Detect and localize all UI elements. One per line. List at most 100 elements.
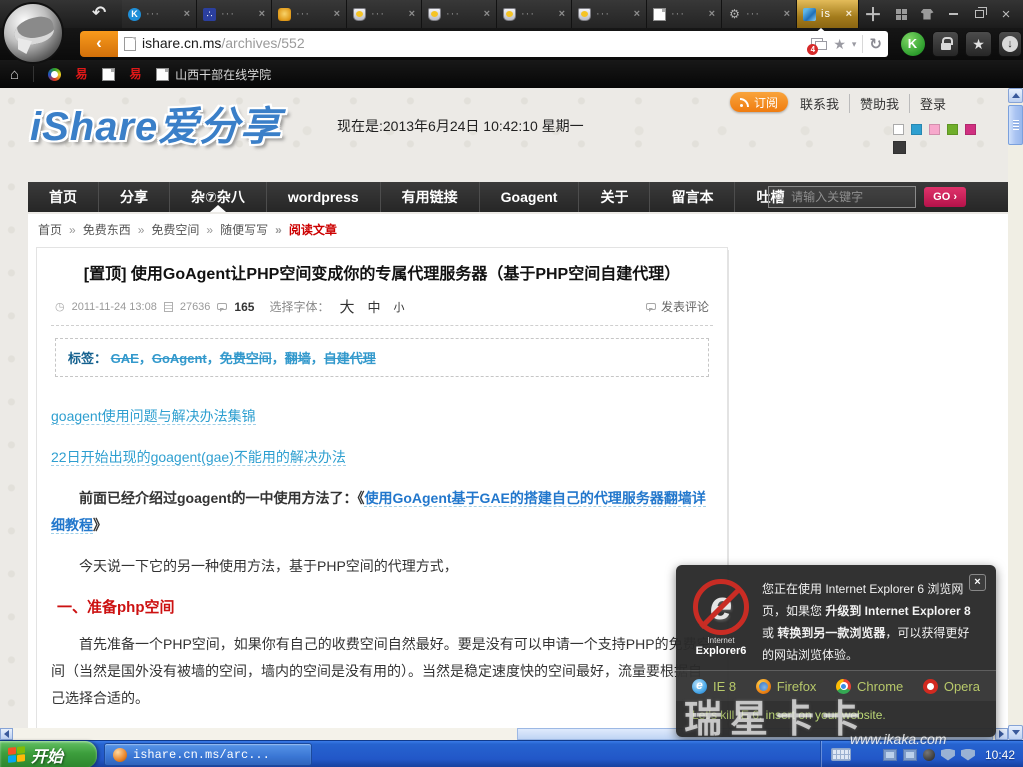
nav-item[interactable]: 有用链接: [379, 182, 479, 212]
tab-close-icon[interactable]: ×: [484, 8, 490, 20]
rss-subscribe-button[interactable]: 订阅: [730, 92, 789, 112]
start-button[interactable]: 开始: [0, 741, 97, 767]
site-logo[interactable]: iShare爱分享: [30, 94, 281, 152]
header-link[interactable]: 赞助我: [849, 94, 909, 113]
header-link[interactable]: 联系我: [790, 94, 849, 113]
bookmark-item[interactable]: [75, 68, 88, 81]
bookmark-item[interactable]: 山西干部在线学院: [156, 66, 271, 83]
nav-item[interactable]: 关于: [578, 182, 649, 212]
app-tray-icon[interactable]: [922, 748, 935, 761]
bookmark-item[interactable]: [102, 67, 116, 81]
window-restore-button[interactable]: [966, 0, 992, 28]
download-button[interactable]: ↓: [998, 31, 1022, 57]
k-extension-button[interactable]: K: [899, 31, 926, 57]
network-tray-icon[interactable]: [902, 748, 917, 761]
back-button[interactable]: ‹: [80, 31, 118, 57]
new-tab-button[interactable]: ＋: [858, 0, 888, 28]
nav-item[interactable]: Goagent: [478, 182, 579, 212]
browser-tab[interactable]: ··· ×: [722, 0, 797, 28]
browser-tab[interactable]: ··· ×: [422, 0, 497, 28]
bookmark-item[interactable]: [48, 67, 62, 81]
scroll-right-button[interactable]: [995, 728, 1008, 740]
scroll-left-button[interactable]: [0, 728, 13, 740]
input-method-icon[interactable]: [830, 748, 851, 761]
breadcrumb-item[interactable]: 免费东西: [62, 223, 131, 237]
bookmark-star-icon[interactable]: ★: [833, 36, 846, 53]
font-size-option[interactable]: 小: [394, 299, 405, 315]
url-text[interactable]: ishare.cn.ms/archives/552: [142, 35, 805, 53]
font-size-option[interactable]: 中: [367, 297, 380, 316]
tab-close-icon[interactable]: ×: [409, 8, 415, 20]
browser-tab[interactable]: ··· ×: [347, 0, 422, 28]
header-link[interactable]: 登录: [909, 94, 956, 113]
tag-link[interactable]: GoAgent: [139, 351, 207, 366]
tab-close-icon[interactable]: ×: [334, 8, 340, 20]
tab-close-icon[interactable]: ×: [709, 8, 715, 20]
browser-logo[interactable]: [2, 2, 64, 64]
home-icon[interactable]: ⌂: [10, 66, 19, 83]
browser-tab[interactable]: ··· ×: [647, 0, 722, 28]
article-link[interactable]: 22日开始出现的goagent(gae)不能用的解决办法: [51, 449, 346, 466]
tab-close-icon[interactable]: ×: [184, 8, 190, 20]
favorites-button[interactable]: ★: [965, 31, 992, 57]
tab-close-icon[interactable]: ×: [846, 8, 852, 20]
article-link[interactable]: goagent使用问题与解决办法集锦: [51, 408, 256, 425]
tab-close-icon[interactable]: ×: [784, 8, 790, 20]
right-arrow-icon: [999, 730, 1004, 738]
browser-option[interactable]: Opera: [922, 678, 980, 694]
network-tray-icon[interactable]: [882, 748, 897, 761]
skin-icon[interactable]: [914, 0, 940, 28]
browser-tab[interactable]: ··· ×: [497, 0, 572, 28]
article-body: goagent使用问题与解决办法集锦 22日开始出现的goagent(gae)不能…: [51, 403, 713, 740]
breadcrumb-item[interactable]: 免费空间: [131, 223, 199, 237]
nav-item[interactable]: 留言本: [649, 182, 734, 212]
tag-link[interactable]: GAE: [111, 351, 139, 366]
lock-button[interactable]: [932, 31, 959, 57]
refresh-icon[interactable]: ↻: [869, 35, 882, 53]
tab-list-icon[interactable]: [888, 0, 914, 28]
theme-color-swatch[interactable]: [911, 124, 922, 135]
theme-color-swatch[interactable]: [947, 124, 958, 135]
browser-tab[interactable]: ··· ×: [122, 0, 197, 28]
url-field[interactable]: ishare.cn.ms/archives/552 4 ★ ▾ ↻: [118, 31, 888, 57]
scroll-down-button[interactable]: [1008, 725, 1023, 740]
window-close-button[interactable]: ×: [992, 0, 1020, 28]
theme-color-swatch[interactable]: [965, 124, 976, 135]
search-input[interactable]: [789, 189, 910, 205]
theme-color-swatch[interactable]: [893, 124, 904, 135]
theme-color-swatch[interactable]: [929, 124, 940, 135]
browser-tab[interactable]: ··· ×: [572, 0, 647, 28]
window-minimize-button[interactable]: [940, 0, 966, 28]
font-size-option[interactable]: 大: [339, 296, 354, 317]
breadcrumb-item[interactable]: 阅读文章: [268, 223, 337, 237]
nav-item[interactable]: 首页: [28, 182, 98, 212]
bookmark-item[interactable]: [129, 68, 142, 81]
browser-tab[interactable]: ··· ×: [272, 0, 347, 28]
security-tray-icon[interactable]: [960, 748, 975, 761]
breadcrumb-item[interactable]: 首页: [38, 223, 62, 237]
nav-item[interactable]: 杂⑦杂八: [169, 182, 266, 212]
search-box[interactable]: [768, 186, 917, 208]
theme-color-swatch[interactable]: [893, 141, 906, 154]
search-go-button[interactable]: GO ›: [924, 187, 966, 207]
scroll-up-button[interactable]: [1008, 88, 1023, 103]
vertical-scroll-thumb[interactable]: [1008, 105, 1023, 145]
browser-tab[interactable]: ··· ×: [197, 0, 272, 28]
breadcrumb-item[interactable]: 随便写写: [199, 223, 268, 237]
tag-link[interactable]: 自建代理: [311, 351, 376, 366]
post-comment-link[interactable]: 发表评论: [645, 298, 709, 315]
tag-link[interactable]: 免费空间: [207, 351, 272, 366]
tab-close-icon[interactable]: ×: [634, 8, 640, 20]
tab-close-icon[interactable]: ×: [559, 8, 565, 20]
star-dropdown-icon[interactable]: ▾: [852, 39, 857, 50]
nav-item[interactable]: wordpress: [265, 182, 380, 212]
taskbar-task-button[interactable]: ishare.cn.ms/arc...: [104, 743, 312, 766]
security-tray-icon[interactable]: [940, 748, 955, 761]
tab-close-icon[interactable]: ×: [259, 8, 265, 20]
multi-window-icon[interactable]: 4: [807, 38, 828, 55]
tag-link[interactable]: 翻墙: [272, 351, 311, 366]
vertical-scrollbar[interactable]: [1008, 88, 1023, 740]
nav-item[interactable]: 分享: [98, 182, 169, 212]
history-back-icon[interactable]: ↶: [92, 3, 106, 23]
browser-tab[interactable]: is ×: [797, 0, 859, 28]
